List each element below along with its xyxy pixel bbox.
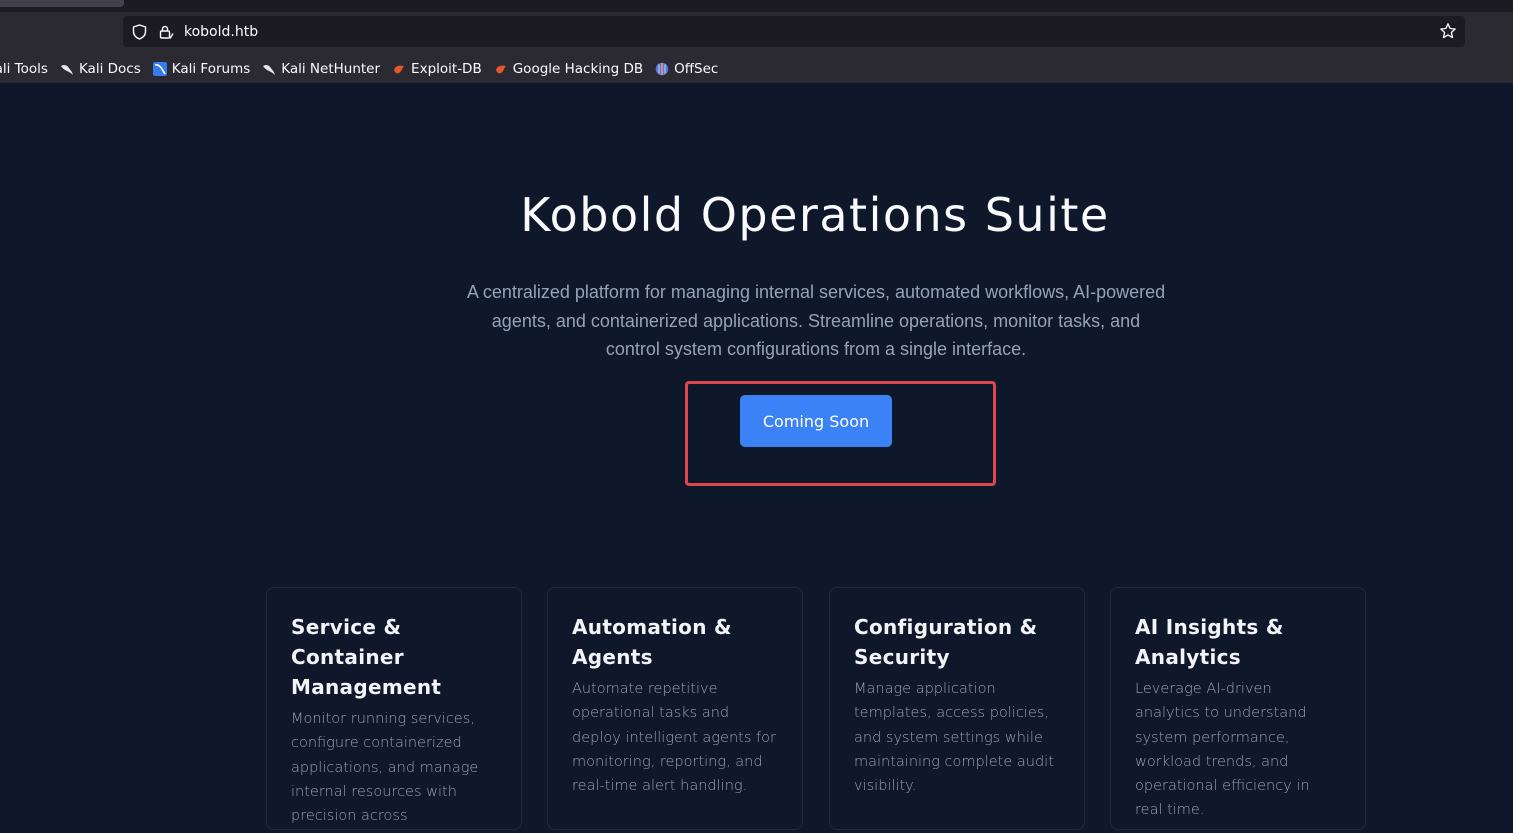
bookmark-exploit-db[interactable]: Exploit-DB	[392, 61, 482, 77]
bookmarks-toolbar: Kali Tools Kali Docs Kali Forums Kali Ne…	[0, 54, 1513, 83]
exploit-db-icon	[494, 62, 508, 76]
kali-dragon-icon	[60, 62, 74, 76]
bookmark-kali-docs[interactable]: Kali Docs	[60, 61, 141, 77]
feature-card-title: Service & Container Management	[291, 615, 442, 699]
feature-card-title: Automation & Agents	[572, 615, 732, 669]
feature-card-text: Leverage AI-driven analytics to understa…	[1135, 681, 1310, 819]
active-tab[interactable]	[0, 0, 124, 7]
bookmark-label: Kali NetHunter	[281, 60, 381, 77]
bookmark-offsec[interactable]: OffSec	[655, 61, 718, 77]
feature-card-title: Configuration & Security	[854, 615, 1038, 669]
bookmark-label: Kali Forums	[171, 60, 251, 77]
bookmark-label: Google Hacking DB	[512, 60, 644, 77]
hero-description: A centralized platform for managing inte…	[466, 282, 1166, 359]
bookmark-kali-forums[interactable]: Kali Forums	[152, 60, 251, 77]
feature-card-text: Manage application templates, access pol…	[854, 681, 1054, 795]
page-title: Kobold Operations Suite	[520, 188, 1110, 242]
bookmark-kali-nethunter[interactable]: Kali NetHunter	[262, 61, 380, 77]
lock-icon[interactable]	[158, 24, 174, 40]
feature-card-configuration: Configuration & Security Manage applicat…	[829, 587, 1085, 830]
feature-card-ai-insights: AI Insights & Analytics Leverage AI-driv…	[1110, 587, 1366, 830]
feature-card-title: AI Insights & Analytics	[1135, 615, 1284, 669]
tab-strip	[0, 0, 1513, 12]
url-text[interactable]: kobold.htb	[184, 24, 258, 40]
kali-dragon-icon	[262, 62, 276, 76]
coming-soon-button[interactable]: Coming Soon	[740, 395, 892, 447]
offsec-icon	[655, 62, 669, 76]
exploit-db-icon	[392, 62, 406, 76]
feature-card-service-container: Service & Container Management Monitor r…	[266, 587, 522, 833]
feature-card-text: Automate repetitive operational tasks an…	[572, 681, 776, 795]
tracking-shield-icon[interactable]	[131, 23, 147, 40]
bookmark-label: Kali Tools	[0, 60, 48, 77]
bookmark-label: Kali Docs	[78, 60, 141, 77]
bookmark-google-hacking-db[interactable]: Google Hacking DB	[494, 61, 643, 77]
page-content: Kobold Operations Suite A centralized pl…	[0, 83, 1513, 833]
bookmark-star-icon[interactable]	[1439, 22, 1457, 40]
bookmark-label: OffSec	[674, 60, 719, 77]
bookmark-label: Exploit-DB	[411, 60, 482, 77]
url-bar[interactable]: kobold.htb	[123, 16, 1465, 47]
kali-forums-icon	[152, 61, 167, 76]
bookmark-kali-tools[interactable]: Kali Tools	[0, 61, 48, 77]
feature-card-automation: Automation & Agents Automate repetitive …	[547, 587, 803, 830]
feature-card-text: Monitor running services, configure cont…	[291, 711, 479, 833]
